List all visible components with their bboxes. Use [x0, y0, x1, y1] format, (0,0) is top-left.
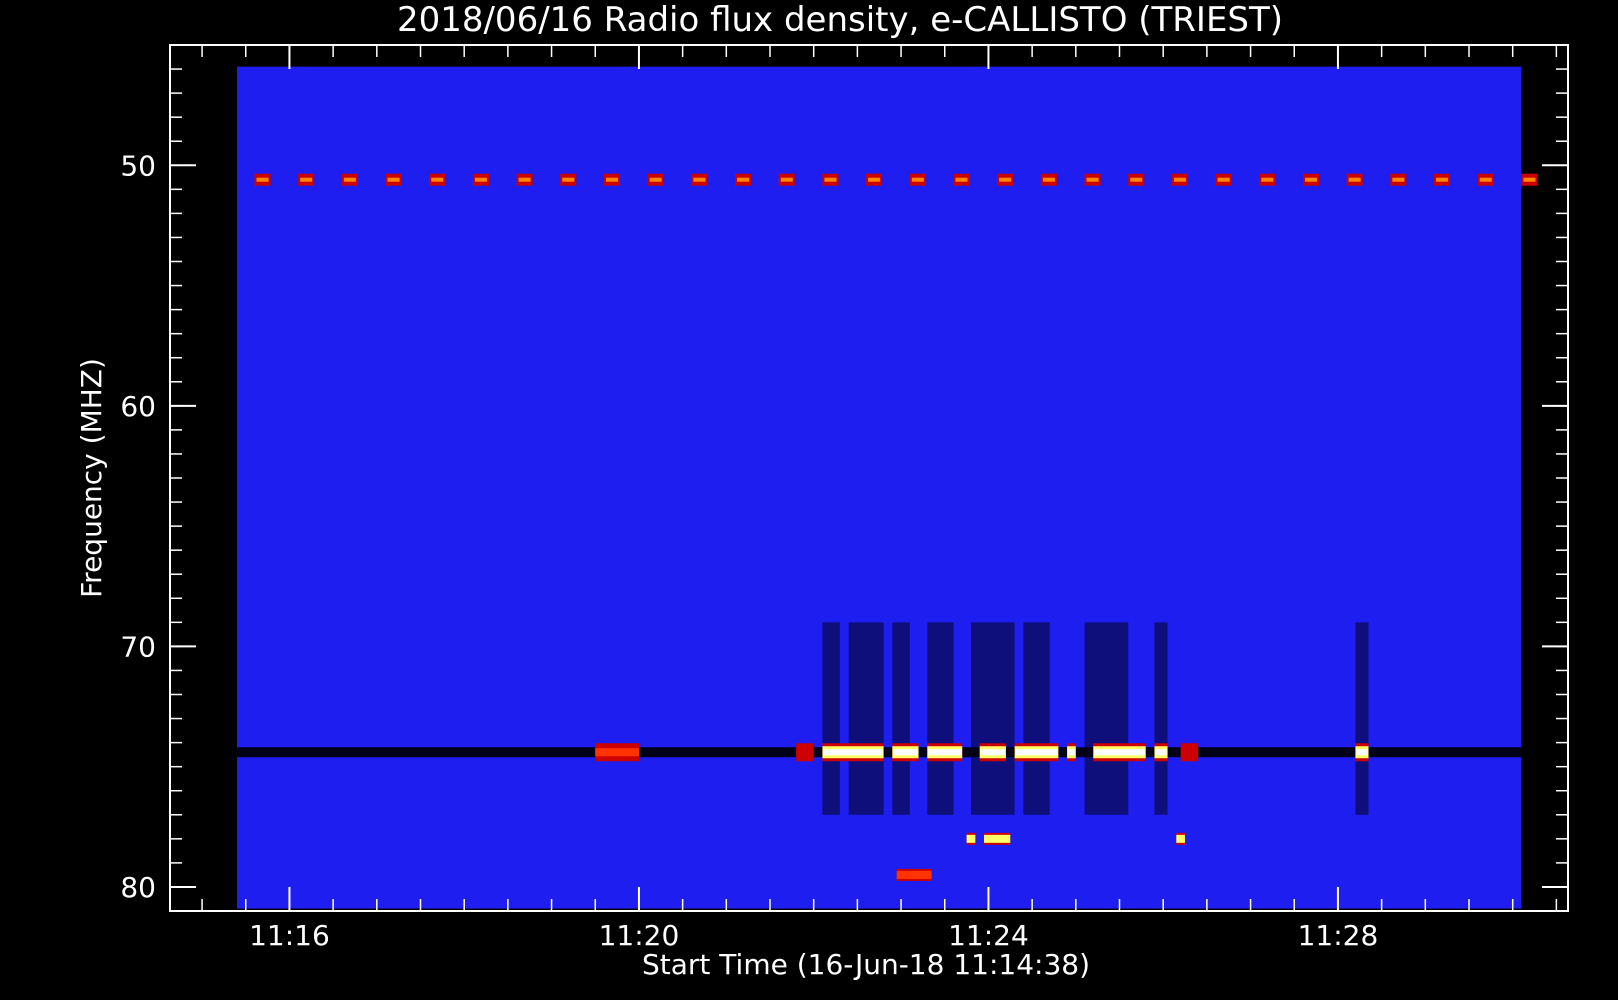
interference-dash-core	[562, 177, 575, 182]
y-tick-label: 70	[120, 630, 156, 663]
x-tick-label: 11:28	[1298, 919, 1379, 952]
interference-dash-core	[474, 177, 487, 182]
interference-dash-core	[1348, 177, 1361, 182]
interference-dash-core	[431, 177, 444, 182]
burst-78mhz-core	[896, 870, 932, 879]
spectrogram-chart: 11:16 11:20 11:24 11:2850607080 2018/06/16 …	[0, 0, 1618, 1000]
interference-dash-core	[343, 177, 356, 182]
interference-dash-core	[824, 177, 837, 182]
interference-dash-core	[649, 177, 662, 182]
dark-column	[927, 622, 954, 815]
dark-column	[892, 622, 910, 815]
y-tick-label: 80	[120, 871, 156, 904]
burst-74mhz-core	[1180, 748, 1199, 757]
interference-dash-core	[1523, 177, 1536, 182]
x-axis-label: Start Time (16-Jun-18 11:14:38)	[642, 948, 1090, 981]
interference-dash-core	[1042, 177, 1055, 182]
burst-74mhz-peak	[1155, 749, 1167, 756]
dark-column	[1355, 622, 1369, 815]
burst-74mhz-peak	[893, 749, 918, 756]
y-tick-label: 50	[120, 149, 156, 182]
interference-dash-core	[300, 177, 313, 182]
burst-74mhz-peak	[823, 749, 883, 756]
dark-column	[970, 622, 1015, 815]
interference-dash-core	[693, 177, 706, 182]
burst-74mhz-peak	[980, 749, 1005, 756]
y-tick-label: 60	[120, 390, 156, 423]
interference-dash-core	[868, 177, 881, 182]
interference-dash-core	[1261, 177, 1274, 182]
burst-74mhz-core	[796, 748, 814, 757]
interference-dash-core	[518, 177, 531, 182]
dark-column	[1023, 622, 1050, 815]
interference-dash-core	[1436, 177, 1449, 182]
burst-74mhz-core	[595, 748, 639, 757]
dark-column	[1154, 622, 1168, 815]
dark-column	[822, 622, 840, 815]
interference-dash-core	[256, 177, 269, 182]
interference-dash-core	[1173, 177, 1186, 182]
interference-dash-core	[955, 177, 968, 182]
interference-dash-core	[1479, 177, 1492, 182]
x-tick-label: 11:16	[249, 919, 330, 952]
burst-78mhz-core	[984, 834, 1011, 843]
burst-74mhz-peak	[928, 749, 962, 756]
interference-dash-core	[737, 177, 750, 182]
interference-dash-core	[605, 177, 618, 182]
chart-title: 2018/06/16 Radio flux density, e-CALLIST…	[397, 0, 1283, 40]
burst-74mhz-peak	[1068, 749, 1075, 756]
interference-dash-core	[1304, 177, 1317, 182]
interference-dash-core	[1217, 177, 1230, 182]
y-axis-label: Frequency (MHZ)	[75, 358, 108, 598]
burst-74mhz-peak	[1356, 749, 1368, 756]
burst-74mhz-peak	[1094, 749, 1145, 756]
interference-dash-core	[1086, 177, 1099, 182]
dark-column	[848, 622, 884, 815]
interference-dash-core	[387, 177, 400, 182]
interference-dash-core	[1130, 177, 1143, 182]
interference-dash-core	[780, 177, 793, 182]
burst-78mhz-core	[1176, 834, 1186, 843]
interference-dash-core	[911, 177, 924, 182]
interference-dash-core	[1392, 177, 1405, 182]
burst-78mhz-core	[966, 834, 976, 843]
dark-column	[1084, 622, 1129, 815]
burst-74mhz-peak	[1015, 749, 1058, 756]
interference-dash-core	[999, 177, 1012, 182]
plot-area	[237, 66, 1538, 909]
